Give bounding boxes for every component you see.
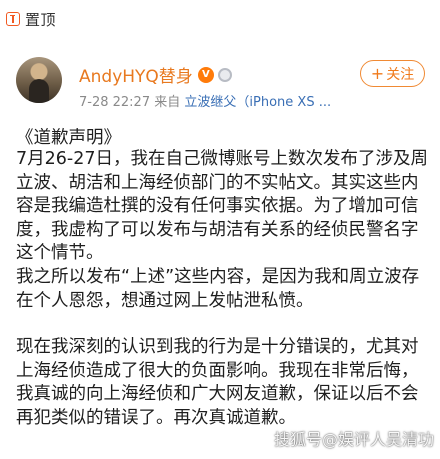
vip-badge-icon: V bbox=[197, 66, 214, 83]
watermark: 搜狐号@娱评人吴清功 bbox=[273, 430, 434, 449]
follow-label: 关注 bbox=[386, 66, 415, 83]
avatar[interactable] bbox=[16, 57, 62, 103]
post-title: 《道歉声明》 bbox=[16, 128, 121, 148]
pinned-indicator: 置顶 bbox=[6, 9, 56, 29]
plus-icon: + bbox=[370, 64, 385, 83]
source-prefix: 来自 bbox=[154, 95, 181, 110]
post-paragraph: 我之所以发布“上述”这些内容，是因为我和周立波存在个人恩怨，想通过网上发帖泄私愤… bbox=[16, 267, 420, 311]
pin-icon bbox=[6, 12, 20, 26]
pinned-label: 置顶 bbox=[25, 10, 57, 29]
follow-button[interactable]: + 关注 bbox=[360, 60, 425, 87]
post-source-link[interactable]: 立波继父（iPhone XS ... bbox=[184, 95, 331, 110]
medal-icon bbox=[217, 67, 232, 82]
author-name-row[interactable]: AndyHYQ替身 V bbox=[79, 62, 232, 87]
post-time: 7-28 22:27 bbox=[79, 95, 151, 110]
post-meta: 7-28 22:27 来自 立波继父（iPhone XS ... bbox=[79, 91, 331, 110]
post-paragraph: 7月26-27日，我在自己微博账号上数次发布了涉及周立波、胡洁和上海经侦部门的不… bbox=[16, 149, 428, 263]
author-name[interactable]: AndyHYQ替身 bbox=[79, 62, 193, 87]
post-paragraph: 现在我深刻的认识到我的行为是十分错误的，尤其对上海经侦造成了很大的负面影响。我现… bbox=[16, 337, 419, 428]
